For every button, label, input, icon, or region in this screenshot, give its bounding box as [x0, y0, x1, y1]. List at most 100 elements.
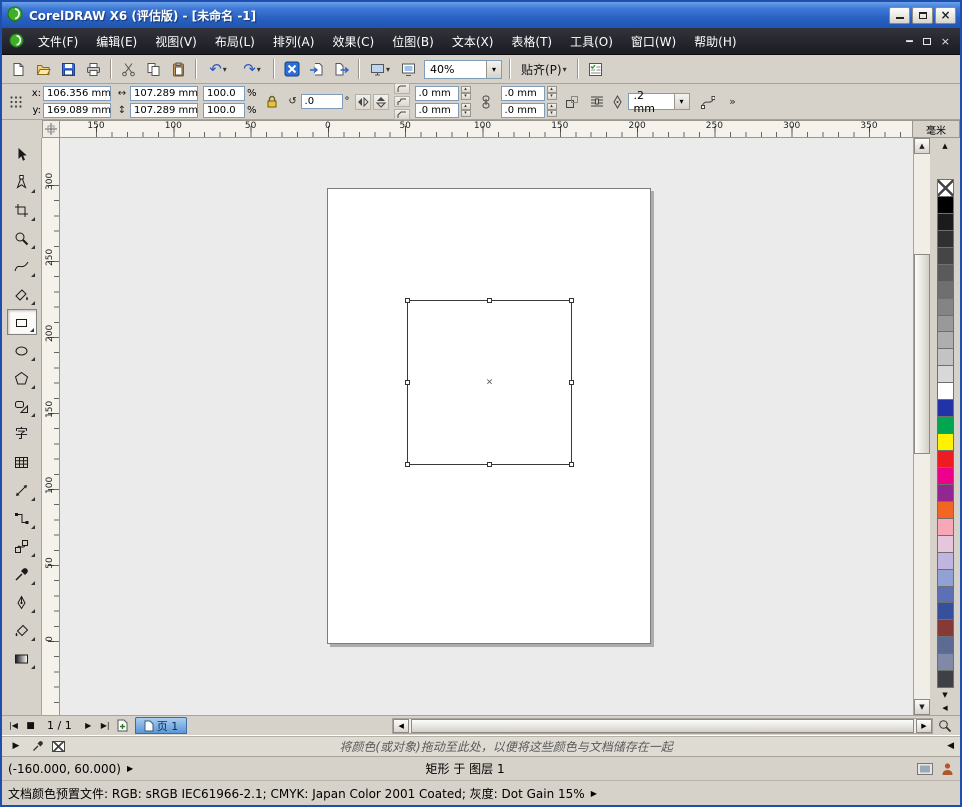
color-swatch[interactable] [937, 382, 954, 400]
color-swatch[interactable] [937, 552, 954, 570]
scroll-left-button[interactable]: ◀ [393, 719, 409, 733]
vertical-ruler[interactable]: 300250200150100500 [42, 138, 60, 715]
ruler-origin-button[interactable] [42, 120, 60, 138]
scalloped-corner-button[interactable] [394, 96, 410, 107]
color-profile-flyout-icon[interactable]: ▶ [591, 789, 597, 798]
maximize-button[interactable] [912, 7, 933, 24]
preview-toggle-icon[interactable] [917, 763, 933, 775]
go-to-page-button[interactable]: ■ [22, 718, 39, 734]
color-swatch[interactable] [937, 484, 954, 502]
freehand-tool[interactable] [7, 253, 37, 279]
welcome-dropdown-icon[interactable]: ▾ [386, 65, 390, 74]
welcome-screen-button[interactable]: ▾ [364, 58, 396, 81]
color-swatch[interactable] [937, 619, 954, 637]
pan-zoom-button[interactable] [933, 719, 957, 733]
mirror-horizontal-button[interactable] [355, 94, 371, 110]
color-swatch[interactable] [937, 467, 954, 485]
snap-to-button[interactable]: 贴齐(P) ▾ [515, 59, 573, 80]
color-swatch[interactable] [937, 365, 954, 383]
color-swatch[interactable] [937, 518, 954, 536]
scroll-right-button[interactable]: ▶ [916, 719, 932, 733]
property-bar-overflow-button[interactable]: » [723, 92, 743, 112]
color-swatch[interactable] [937, 315, 954, 333]
corner-radius-bl-field[interactable]: .0 mm [415, 103, 459, 118]
application-launcher-button[interactable] [279, 58, 304, 81]
object-center-marker[interactable]: × [486, 378, 494, 387]
menu-item[interactable]: 排列(A) [264, 28, 324, 54]
shape-tool[interactable] [7, 169, 37, 195]
corner-radius-bl-spinner[interactable]: ▴▾ [461, 103, 471, 117]
vertical-scrollbar[interactable]: ▲ ▼ [913, 138, 930, 715]
scroll-up-button[interactable]: ▲ [914, 138, 930, 154]
y-position-field[interactable]: 169.089 mm [43, 103, 111, 118]
menu-item[interactable]: 视图(V) [146, 28, 206, 54]
pick-tool[interactable] [7, 141, 37, 167]
next-page-button[interactable]: ▶ [80, 718, 97, 734]
palette-expand-button[interactable]: ◀ [937, 701, 953, 714]
mdi-restore-button[interactable] [923, 38, 931, 45]
color-swatch[interactable] [937, 569, 954, 587]
x-position-field[interactable]: 106.356 mm [43, 86, 111, 101]
scale-h-field[interactable]: 100.0 [203, 86, 245, 101]
fill-tool[interactable] [7, 617, 37, 643]
color-eyedropper-tool[interactable] [7, 561, 37, 587]
color-swatch[interactable] [937, 196, 954, 214]
mdi-minimize-button[interactable]: ━ [906, 36, 913, 47]
width-field[interactable]: 107.289 mm [130, 86, 198, 101]
color-swatch[interactable] [937, 298, 954, 316]
mirror-vertical-button[interactable] [373, 94, 389, 110]
horizontal-scroll-thumb[interactable] [411, 719, 914, 733]
corner-radius-br-field[interactable]: .0 mm [501, 103, 545, 118]
outline-width-dropdown-icon[interactable]: ▾ [674, 94, 689, 109]
menu-item[interactable]: 工具(O) [561, 28, 622, 54]
menu-item[interactable]: 文本(X) [443, 28, 503, 54]
menu-item[interactable]: 编辑(E) [87, 28, 146, 54]
snap-dropdown-icon[interactable]: ▾ [563, 65, 567, 74]
blend-tool[interactable] [7, 533, 37, 559]
convert-to-curves-button[interactable] [698, 92, 718, 112]
color-swatch[interactable] [937, 602, 954, 620]
corner-radius-tr-spinner[interactable]: ▴▾ [547, 86, 557, 100]
zoom-dropdown-icon[interactable]: ▾ [486, 61, 501, 78]
text-tool[interactable]: 字 [7, 421, 37, 447]
color-swatch[interactable] [937, 586, 954, 604]
copy-button[interactable] [141, 58, 166, 81]
no-color-well-icon[interactable] [52, 741, 65, 752]
menu-item[interactable]: 位图(B) [383, 28, 443, 54]
color-swatch[interactable] [937, 399, 954, 417]
palette-scroll-up-button[interactable]: ▲ [937, 139, 953, 152]
outline-width-combo[interactable]: .2 mm ▾ [628, 93, 690, 110]
color-swatch[interactable] [937, 670, 954, 688]
color-swatch[interactable] [937, 348, 954, 366]
color-swatch[interactable] [937, 653, 954, 671]
redo-dropdown-icon[interactable]: ▾ [257, 65, 261, 74]
menu-item[interactable]: 窗口(W) [622, 28, 685, 54]
straight-line-connector-tool[interactable] [7, 505, 37, 531]
selection-handle[interactable] [487, 462, 492, 467]
page-tab[interactable]: 页 1 [135, 717, 188, 734]
relative-corner-scaling-button[interactable] [562, 92, 582, 112]
last-page-button[interactable]: ▶| [97, 718, 114, 734]
horizontal-ruler[interactable]: 15010050050100150200250300350 [60, 120, 913, 138]
export-button[interactable] [329, 58, 354, 81]
color-swatch[interactable] [937, 230, 954, 248]
palette-scroll-down-button[interactable]: ▼ [937, 688, 953, 701]
horizontal-scroll-track[interactable] [409, 719, 916, 733]
crop-tool[interactable] [7, 197, 37, 223]
wrap-text-button[interactable] [587, 92, 607, 112]
user-status-icon[interactable] [941, 762, 954, 776]
first-page-button[interactable]: |◀ [5, 718, 22, 734]
height-field[interactable]: 107.289 mm [130, 103, 198, 118]
docker-collapse-button[interactable]: ◀ [947, 741, 954, 751]
chamfered-corner-button[interactable] [394, 109, 410, 120]
color-swatch[interactable] [937, 433, 954, 451]
cut-button[interactable] [116, 58, 141, 81]
nudge-grid-button[interactable] [6, 92, 26, 112]
scroll-down-button[interactable]: ▼ [914, 699, 930, 715]
corner-radius-tl-field[interactable]: .0 mm [415, 86, 459, 101]
color-swatch[interactable] [937, 535, 954, 553]
color-swatch[interactable] [937, 213, 954, 231]
new-document-button[interactable] [6, 58, 31, 81]
selection-handle[interactable] [405, 298, 410, 303]
polygon-tool[interactable] [7, 365, 37, 391]
